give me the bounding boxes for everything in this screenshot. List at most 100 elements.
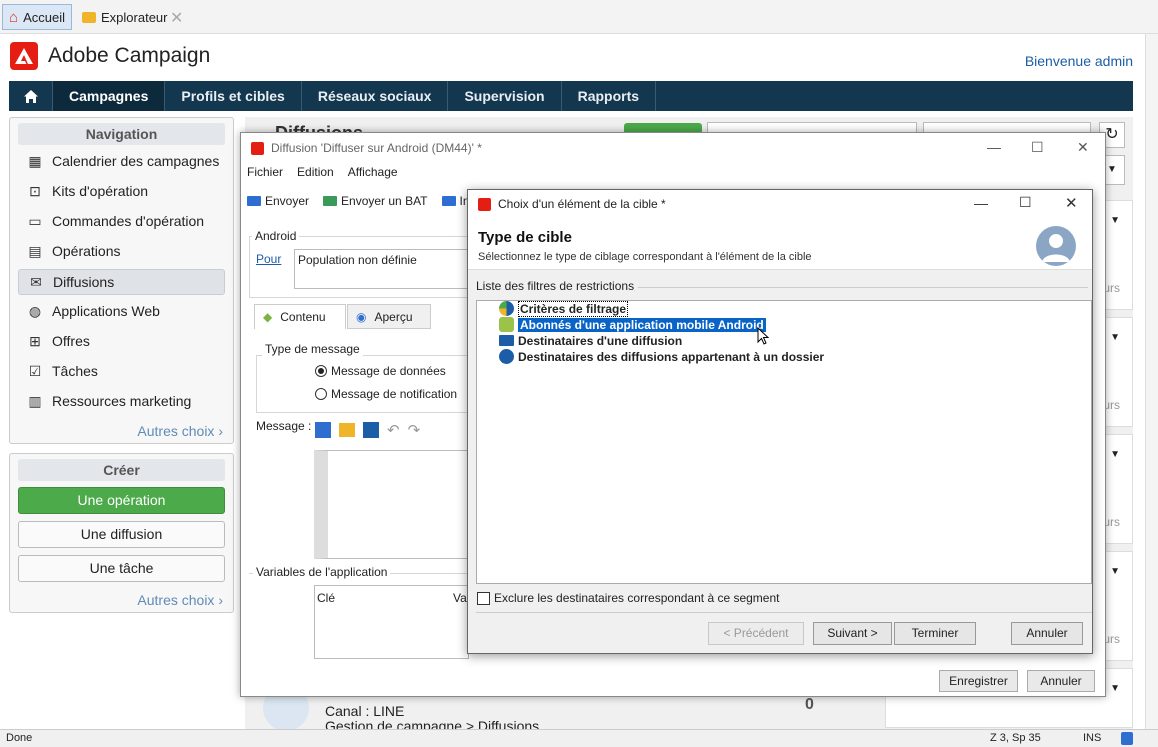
previous-button[interactable]: < Précédent bbox=[708, 622, 804, 645]
close-icon[interactable]: ✕ bbox=[1065, 194, 1078, 212]
list-item-label: Destinataires d'une diffusion bbox=[518, 333, 683, 348]
more-choices-label: Autres choix bbox=[137, 423, 215, 439]
channel-label: Canal : LINE bbox=[325, 703, 405, 719]
insert-icon[interactable] bbox=[315, 422, 331, 438]
cancel-button[interactable]: Annuler bbox=[1027, 670, 1095, 692]
navigation-title: Navigation bbox=[18, 123, 225, 145]
more-choices-link[interactable]: Autres choix › bbox=[137, 423, 223, 439]
list-item-label: Critères de filtrage bbox=[518, 300, 629, 317]
folder-icon bbox=[82, 11, 96, 23]
checkbox-icon: ☑ bbox=[28, 363, 42, 379]
next-button[interactable]: Suivant > bbox=[813, 622, 892, 645]
population-field[interactable]: Population non définie bbox=[294, 249, 474, 289]
message-toolbar: ↶ ↷ bbox=[315, 418, 467, 442]
android-icon: ◆ bbox=[263, 310, 273, 324]
sidebar-item-label: Kits d'opération bbox=[52, 183, 149, 199]
maximize-icon[interactable]: ☐ bbox=[1031, 139, 1044, 156]
gift-icon: ⊞ bbox=[29, 333, 41, 349]
menu-fichier[interactable]: Fichier bbox=[247, 165, 283, 179]
android-label: Android bbox=[252, 229, 300, 243]
restriction-filter-list[interactable]: Critères de filtrage Abonnés d'une appli… bbox=[476, 300, 1092, 584]
pour-link[interactable]: Pour bbox=[256, 252, 281, 266]
status-position: Z 3, Sp 35 bbox=[990, 732, 1041, 744]
sidebar-item-offres[interactable]: ⊞ Offres bbox=[18, 328, 225, 354]
envelope-icon bbox=[247, 196, 261, 206]
close-tab-icon[interactable]: ✕ bbox=[170, 8, 183, 28]
menu-edition[interactable]: Edition bbox=[297, 165, 334, 179]
target-choice-dialog: Choix d'un élément de la cible * — ☐ ✕ T… bbox=[467, 189, 1093, 654]
chevron-right-icon: › bbox=[218, 592, 223, 608]
undo-icon[interactable]: ↶ bbox=[387, 421, 400, 439]
nav-home-button[interactable] bbox=[9, 81, 53, 111]
send-button[interactable]: Envoyer bbox=[247, 194, 309, 208]
dialog-cancel-button[interactable]: Annuler bbox=[1011, 622, 1083, 645]
tab-explorer[interactable]: Explorateur bbox=[76, 4, 173, 30]
save-icon[interactable] bbox=[363, 422, 379, 438]
sidebar-item-applications-web[interactable]: ◍ Applications Web bbox=[18, 298, 225, 324]
exclude-label: Exclure les destinataires correspondant … bbox=[494, 591, 780, 605]
navigation-panel: Navigation ▦ Calendrier des campagnes ⊡ Ki… bbox=[9, 117, 234, 444]
tab-home[interactable]: ⌂ Accueil bbox=[2, 4, 72, 30]
nav-supervision[interactable]: Supervision bbox=[448, 81, 562, 111]
sidebar-item-label: Offres bbox=[52, 333, 90, 349]
finish-button[interactable]: Terminer bbox=[894, 622, 976, 645]
list-item-folder-recipients[interactable]: Destinataires des diffusions appartenant… bbox=[499, 349, 824, 364]
sidebar-item-calendrier[interactable]: ▦ Calendrier des campagnes bbox=[18, 148, 225, 174]
page-scrollbar[interactable] bbox=[1145, 34, 1158, 729]
mouse-cursor-icon bbox=[757, 326, 770, 348]
list-item-label: Destinataires des diffusions appartenant… bbox=[518, 349, 825, 364]
main-nav: Campagnes Profils et cibles Réseaux soci… bbox=[9, 81, 1133, 111]
welcome-link[interactable]: Bienvenue admin bbox=[1025, 53, 1133, 69]
sidebar-item-label: Commandes d'opération bbox=[52, 213, 205, 229]
nav-campagnes[interactable]: Campagnes bbox=[53, 81, 166, 111]
minimize-icon[interactable]: — bbox=[987, 139, 1001, 155]
delivery-window-title: Diffusion 'Diffuser sur Android (DM44)' … bbox=[251, 141, 482, 155]
close-icon[interactable]: ✕ bbox=[1077, 139, 1089, 156]
list-item-android-subscribers[interactable]: Abonnés d'une application mobile Android bbox=[499, 317, 766, 332]
nav-profils[interactable]: Profils et cibles bbox=[165, 81, 302, 111]
nav-reseaux[interactable]: Réseaux sociaux bbox=[302, 81, 449, 111]
open-folder-icon[interactable] bbox=[339, 423, 355, 437]
radio-data-message[interactable]: Message de données bbox=[315, 364, 446, 378]
exclude-checkbox[interactable]: Exclure les destinataires correspondant … bbox=[477, 591, 780, 605]
app-vars-table[interactable]: Clé Val bbox=[314, 585, 469, 659]
sidebar-item-label: Ressources marketing bbox=[52, 393, 192, 409]
radio-notification[interactable]: Message de notification bbox=[315, 387, 457, 401]
tab-apercu[interactable]: ◉ Aperçu bbox=[347, 304, 431, 329]
envelope-icon: ✉ bbox=[30, 274, 42, 290]
sidebar-item-commandes[interactable]: ▭ Commandes d'opération bbox=[18, 208, 225, 234]
redo-icon[interactable]: ↷ bbox=[408, 421, 421, 439]
create-operation-button[interactable]: Une opération bbox=[18, 487, 225, 514]
dialog-titlebar: Choix d'un élément de la cible * bbox=[468, 190, 1092, 218]
dialog-divider bbox=[476, 612, 1092, 613]
message-editor[interactable] bbox=[314, 450, 469, 559]
list-label-divider bbox=[638, 287, 1088, 288]
home-icon bbox=[23, 89, 38, 103]
minimize-icon[interactable]: — bbox=[974, 195, 988, 211]
sidebar-item-kits[interactable]: ⊡ Kits d'opération bbox=[18, 178, 225, 204]
database-icon bbox=[1121, 732, 1133, 745]
sidebar-item-label: Applications Web bbox=[52, 303, 160, 319]
globe-icon: ◍ bbox=[28, 303, 42, 319]
create-panel: Créer Une opération Une diffusion Une tâ… bbox=[9, 453, 234, 613]
sidebar-item-ressources[interactable]: ▥ Ressources marketing bbox=[18, 388, 225, 414]
sidebar-item-diffusions[interactable]: ✉ Diffusions bbox=[18, 269, 225, 295]
save-button[interactable]: Enregistrer bbox=[939, 670, 1018, 692]
maximize-icon[interactable]: ☐ bbox=[1019, 194, 1032, 211]
list-item-delivery-recipients[interactable]: Destinataires d'une diffusion bbox=[499, 333, 682, 348]
menu-affichage[interactable]: Affichage bbox=[348, 165, 398, 179]
toolbar-button-3[interactable]: In bbox=[441, 194, 470, 208]
sidebar-item-operations[interactable]: ▤ Opérations bbox=[18, 238, 225, 264]
sidebar-item-label: Opérations bbox=[52, 243, 121, 259]
create-more-link[interactable]: Autres choix › bbox=[137, 592, 223, 608]
app-title: Adobe Campaign bbox=[48, 44, 211, 67]
list-item-filter-criteria[interactable]: Critères de filtrage bbox=[499, 300, 629, 317]
tab-contenu[interactable]: ◆ Contenu bbox=[254, 304, 346, 329]
nav-rapports[interactable]: Rapports bbox=[562, 81, 657, 111]
create-delivery-button[interactable]: Une diffusion bbox=[18, 521, 225, 548]
home-icon: ⌂ bbox=[9, 8, 19, 26]
sidebar-item-taches[interactable]: ☑ Tâches bbox=[18, 358, 225, 384]
create-task-button[interactable]: Une tâche bbox=[18, 555, 225, 582]
android-icon bbox=[499, 317, 514, 332]
send-proof-button[interactable]: Envoyer un BAT bbox=[323, 194, 428, 208]
